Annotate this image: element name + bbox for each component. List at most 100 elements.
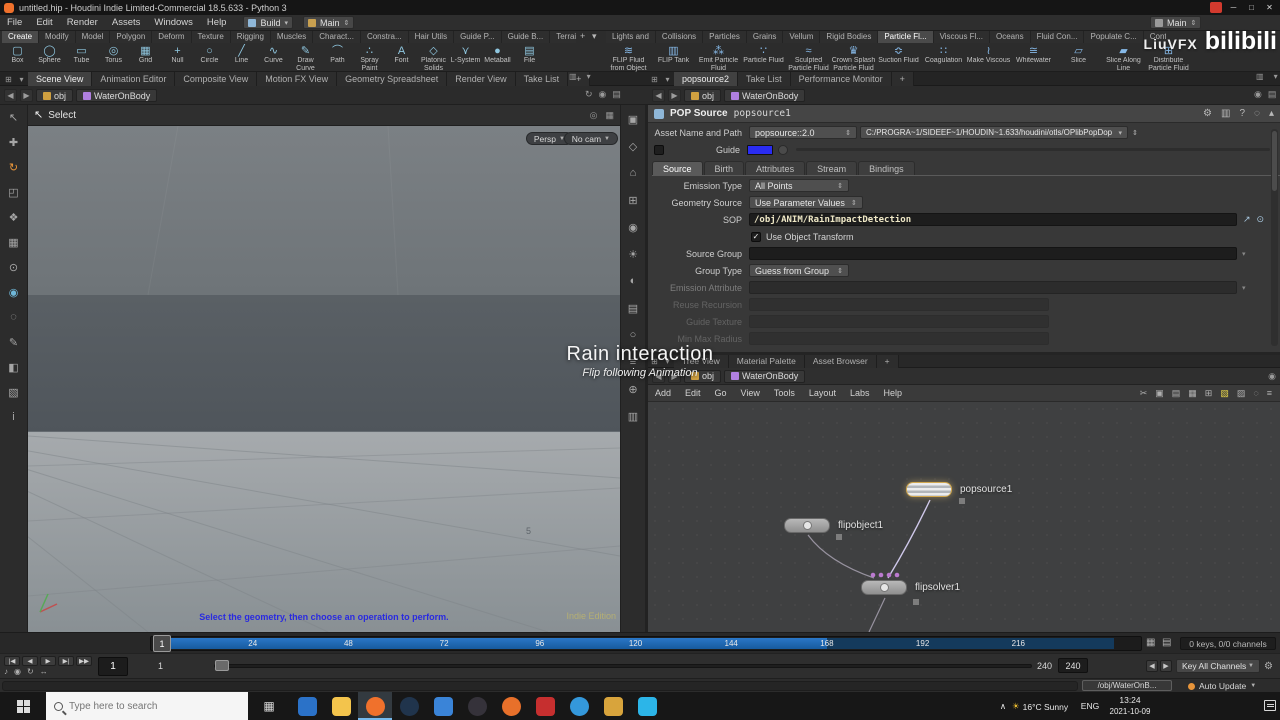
shelf-tool-path[interactable]: ⌒Path <box>322 44 353 72</box>
shelf-tab-viscous-fl-[interactable]: Viscous Fl... <box>934 31 990 43</box>
language-indicator[interactable]: ENG <box>1078 701 1102 711</box>
shelf-tab-grains[interactable]: Grains <box>747 31 784 43</box>
frame-all-icon[interactable]: ⊞ <box>628 194 637 209</box>
file-explorer-icon[interactable] <box>324 692 358 720</box>
shelf-tab-fluid-con-[interactable]: Fluid Con... <box>1031 31 1085 43</box>
shelf-tab-muscles[interactable]: Muscles <box>271 31 313 43</box>
shelf-tool-null[interactable]: +Null <box>162 44 193 72</box>
notification-center-icon[interactable] <box>1264 700 1276 711</box>
shelf-tab-particles[interactable]: Particles <box>703 31 747 43</box>
network-menu-tools[interactable]: Tools <box>767 388 802 398</box>
lasso-tool-icon[interactable]: ◌ <box>10 311 17 326</box>
add-node-icon[interactable]: ⊞ <box>1205 388 1213 399</box>
presets-icon[interactable]: ▥ <box>1221 108 1230 119</box>
shelf-tab-deform[interactable]: Deform <box>152 31 191 43</box>
node-flipsolver1[interactable] <box>861 580 907 595</box>
close-button[interactable]: ✕ <box>1263 2 1276 14</box>
network-menu-edit[interactable]: Edit <box>678 388 708 398</box>
context-path-button[interactable]: /obj/WaterOnB... <box>1082 680 1172 691</box>
pane-tab-take-list[interactable]: Take List <box>516 72 569 86</box>
shelf-tool-metaball[interactable]: ●Metaball <box>482 44 513 72</box>
ruler-icon[interactable]: ≡ <box>630 356 636 371</box>
pane-tab-material-palette[interactable]: Material Palette <box>729 355 805 368</box>
parameters-scrollbar[interactable] <box>1271 129 1278 346</box>
shelf-tab-terrain[interactable]: Terrain <box>550 31 576 43</box>
node-flipobject1[interactable] <box>784 518 830 533</box>
scene-viewport[interactable]: Persp ▼ No cam ▼ 5 Select the geometry, … <box>28 126 620 632</box>
shelf-tab-constra-[interactable]: Constra... <box>361 31 409 43</box>
adobe-app-icon[interactable] <box>528 692 562 720</box>
help-icon[interactable]: ? <box>1239 108 1245 119</box>
display-flags-icon[interactable]: ▣ <box>1155 388 1164 399</box>
prev-frame-button[interactable]: ◀ <box>22 656 38 666</box>
audio-toggle-icon[interactable]: ♪ <box>4 667 8 676</box>
brush-tool-icon[interactable]: ✎ <box>9 336 18 351</box>
snap-point-icon[interactable]: ⊙ <box>9 261 18 276</box>
network-menu-view[interactable]: View <box>734 388 767 398</box>
back-button[interactable]: ◀ <box>652 370 665 383</box>
frame-range-slider[interactable] <box>214 664 1032 668</box>
last-frame-button[interactable]: ▶▶ <box>76 656 92 666</box>
shelf-tab-vellum[interactable]: Vellum <box>783 31 820 43</box>
param-tab-source[interactable]: Source <box>652 161 703 175</box>
add-pane-tab-button[interactable]: + <box>877 355 899 368</box>
isolate-tool-icon[interactable]: ◧ <box>8 361 18 376</box>
shelf-tab-create[interactable]: Create <box>2 31 39 43</box>
timeline-menu-icon[interactable]: ▤ <box>1162 637 1171 648</box>
jump-to-node-icon[interactable]: ⊙ <box>1257 214 1265 225</box>
template-tool-icon[interactable]: ▧ <box>8 386 18 401</box>
update-mode-dropdown[interactable]: Auto Update ▼ <box>1188 680 1256 692</box>
shelf-tool-tube[interactable]: ▭Tube <box>66 44 97 72</box>
shelf-tab-rigging[interactable]: Rigging <box>231 31 271 43</box>
shelf-tool-suction-fluid[interactable]: ≎Suction Fluid <box>876 44 921 72</box>
chevron-down-icon[interactable]: ▾ <box>661 75 674 84</box>
loop-icon[interactable]: ↻ <box>27 667 34 676</box>
shelf-tool-file[interactable]: ▤File <box>514 44 545 72</box>
clock[interactable]: 13:24 2021-10-09 <box>1102 695 1158 717</box>
view-tool-icon[interactable]: ◉ <box>9 286 19 301</box>
shelf-tool-line[interactable]: ╱Line <box>226 44 257 72</box>
overview-icon[interactable]: ≡ <box>1267 388 1272 399</box>
pane-split-icon[interactable]: ▥ <box>1256 72 1264 81</box>
asset-version-dropdown[interactable]: popsource::2.0 ⇕ <box>749 126 857 139</box>
scale-tool-icon[interactable]: ◰ <box>8 186 18 201</box>
shelf-tab-polygon[interactable]: Polygon <box>110 31 152 43</box>
chevron-down-icon[interactable]: ▾ <box>1242 250 1246 258</box>
search-icon[interactable]: ◌ <box>1254 108 1260 119</box>
pane-tab-render-view[interactable]: Render View <box>447 72 515 86</box>
search-input[interactable] <box>69 701 219 712</box>
param-dropdown[interactable]: Guess from Group⇕ <box>749 264 849 277</box>
next-frame-button[interactable]: ▶| <box>58 656 74 666</box>
shelf-tool-particle-fluid[interactable]: ∵Particle Fluid <box>741 44 786 72</box>
shelf-tool-coagulation[interactable]: ∷Coagulation <box>921 44 966 72</box>
shelf-tab-model[interactable]: Model <box>76 31 111 43</box>
tray-expand-icon[interactable]: ∧ <box>996 701 1010 712</box>
param-dropdown[interactable]: Use Parameter Values⇕ <box>749 196 863 209</box>
guide-color-swatch[interactable] <box>747 145 773 155</box>
handle-toggle-icon[interactable]: ⊕ <box>628 383 637 398</box>
pane-tab-performance-monitor[interactable]: Performance Monitor <box>791 72 892 86</box>
menu-windows[interactable]: Windows <box>147 15 200 31</box>
forward-button[interactable]: ▶ <box>668 89 681 102</box>
persp-view-icon[interactable]: ◇ <box>629 140 637 155</box>
move-tool-icon[interactable]: ✚ <box>9 136 18 151</box>
step-mode-icon[interactable]: ↔ <box>40 667 48 676</box>
breadcrumb-wateronbody[interactable]: WaterOnBody <box>76 89 157 102</box>
task-view-button[interactable]: ▦ <box>252 692 286 720</box>
pane-menu-icon[interactable]: ▾ <box>1274 72 1278 81</box>
playbar-options-icon[interactable]: ⚙ <box>1264 661 1273 672</box>
shelf-tool-sculpted-particle-fluid[interactable]: ≈Sculpted Particle Fluid <box>786 44 831 72</box>
shelf-tab-particle-fl-[interactable]: Particle Fl... <box>878 31 933 43</box>
obs-app-icon[interactable] <box>460 692 494 720</box>
shelf-tool-flip-fluid-from-object[interactable]: ≋FLIP Fluid from Object <box>606 44 651 72</box>
shelf-tab-collisions[interactable]: Collisions <box>656 31 703 43</box>
open-chooser-icon[interactable]: ↗ <box>1243 214 1251 225</box>
select-tool-icon[interactable]: ↖ <box>9 111 18 126</box>
timeline-track[interactable]: 24487296120144168192216 <box>150 636 1142 651</box>
shelf-tool-circle[interactable]: ○Circle <box>194 44 225 72</box>
play-button[interactable]: ▶ <box>40 656 56 666</box>
param-dropdown[interactable]: All Points⇕ <box>749 179 849 192</box>
current-frame-field[interactable]: 1 <box>98 657 128 676</box>
playhead-marker[interactable]: 1 <box>153 635 171 652</box>
shelf-tab-modify[interactable]: Modify <box>39 31 76 43</box>
